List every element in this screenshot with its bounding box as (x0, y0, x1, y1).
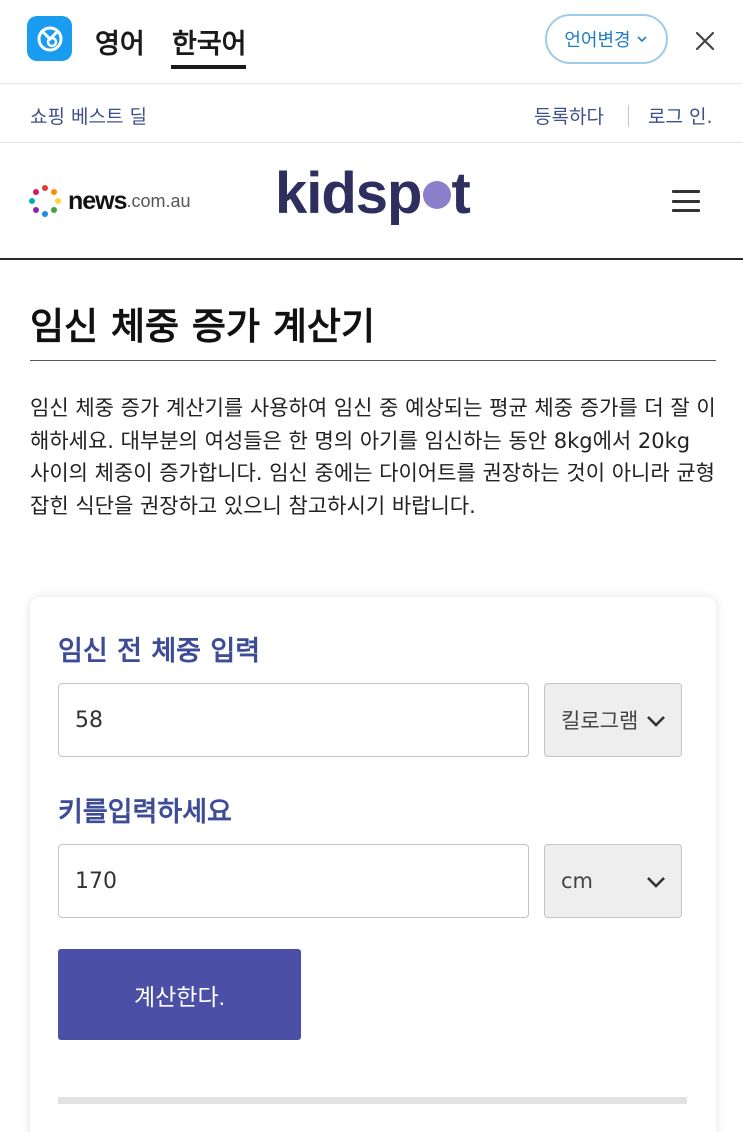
title-divider (30, 360, 716, 361)
login-link[interactable]: 로그 인. (648, 102, 713, 129)
chevron-down-icon (645, 710, 667, 732)
weight-label: 임신 전 체중 입력 (58, 636, 261, 667)
height-value: 170 (75, 868, 117, 894)
close-icon[interactable] (690, 26, 720, 56)
change-language-button[interactable]: 언어변경 (545, 14, 668, 64)
hamburger-menu-icon[interactable] (672, 190, 700, 212)
news-suffix: .com.au (126, 190, 191, 211)
height-unit-value: cm (561, 869, 594, 893)
height-unit-select[interactable]: cm (544, 844, 682, 918)
news-brand: news (68, 186, 128, 215)
height-input[interactable]: 170 (58, 844, 529, 918)
translate-bar: 영어 한국어 언어변경 (0, 0, 743, 84)
logo-text-end: t (451, 161, 471, 226)
register-link[interactable]: 등록하다 (534, 102, 604, 129)
calculator-card: 임신 전 체중 입력 58 킬로그램 키를입력하세요 170 cm 계산한다. (30, 597, 716, 1132)
weight-input[interactable]: 58 (58, 683, 529, 757)
news-logo[interactable]: news .com.au (28, 184, 191, 218)
weight-unit-select[interactable]: 킬로그램 (544, 683, 682, 757)
weight-value: 58 (75, 707, 103, 733)
weight-unit-value: 킬로그램 (561, 709, 639, 733)
kidspot-logo[interactable]: kidsp t (275, 160, 471, 227)
tab-source-language[interactable]: 영어 (95, 22, 145, 61)
results-divider (58, 1097, 687, 1104)
logo-dot-icon (422, 181, 451, 209)
height-label: 키를입력하세요 (58, 797, 232, 828)
page-title: 임신 체중 증가 계산기 (30, 305, 376, 348)
intro-paragraph: 임신 체중 증가 계산기를 사용하여 임신 중 예상되는 평균 체중 증가를 더… (30, 396, 716, 518)
logo-text-start: kidsp (275, 161, 422, 226)
change-language-label: 언어변경 (564, 30, 631, 51)
chevron-down-icon (647, 877, 665, 888)
calculate-button[interactable]: 계산한다. (58, 949, 301, 1040)
chevron-down-icon (637, 36, 647, 43)
news-dots-icon (29, 185, 61, 217)
divider (628, 105, 629, 127)
active-tab-indicator (171, 65, 246, 69)
shopping-deals-link[interactable]: 쇼핑 베스트 딜 (30, 102, 147, 129)
utility-bar: 쇼핑 베스트 딜 등록하다 로그 인. (0, 85, 743, 143)
site-header: news .com.au kidsp t (0, 144, 743, 260)
translate-app-icon[interactable] (27, 16, 72, 61)
tab-target-language[interactable]: 한국어 (172, 22, 247, 61)
